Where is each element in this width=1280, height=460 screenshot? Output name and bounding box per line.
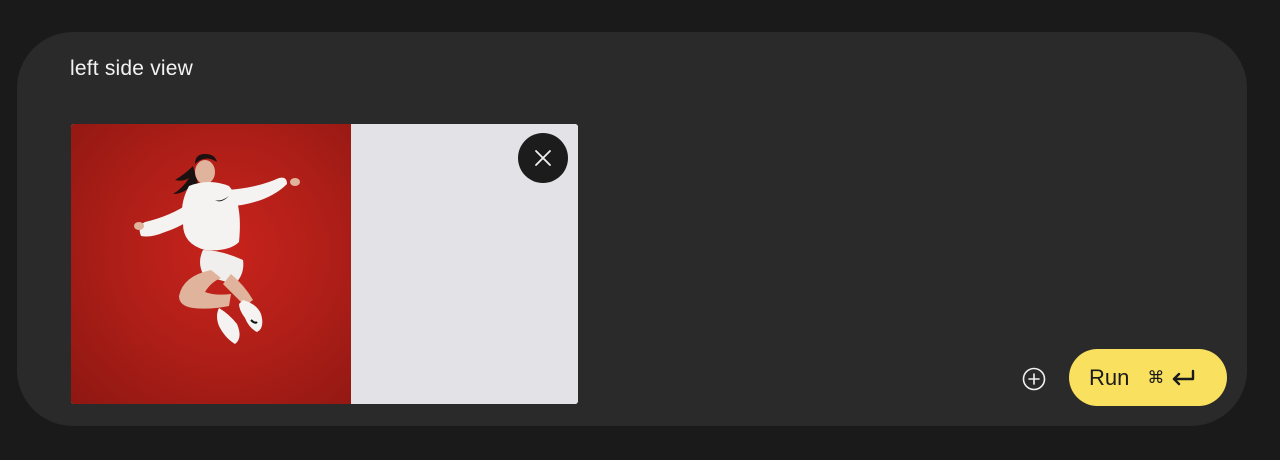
run-button[interactable]: Run ⌘	[1069, 349, 1227, 406]
image-thumbnail	[71, 124, 351, 404]
jumping-woman-illustration	[134, 154, 300, 344]
enter-key-icon	[1170, 369, 1196, 387]
close-icon	[534, 149, 552, 167]
run-shortcut: ⌘	[1147, 368, 1196, 388]
plus-circle-icon	[1022, 367, 1046, 391]
prompt-input-text[interactable]: left side view	[70, 57, 193, 81]
prompt-panel: left side view Run ⌘	[17, 32, 1247, 426]
add-button[interactable]	[1021, 366, 1047, 392]
command-key-icon: ⌘	[1147, 367, 1165, 388]
run-button-label: Run	[1089, 364, 1130, 390]
attached-image	[71, 124, 578, 404]
remove-image-button[interactable]	[518, 133, 568, 183]
